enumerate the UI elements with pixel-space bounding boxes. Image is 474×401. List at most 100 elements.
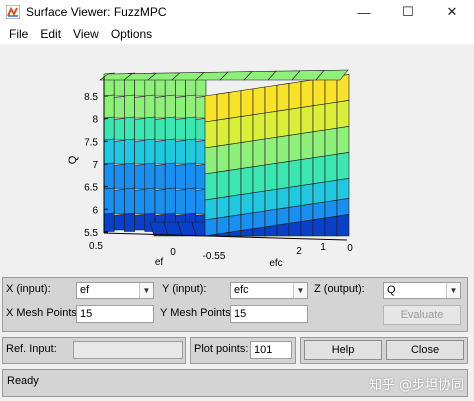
surface-patch	[113, 96, 125, 119]
surface-patch	[124, 187, 135, 216]
chevron-down-icon[interactable]: ▼	[139, 283, 153, 298]
close-button[interactable]: Close	[386, 340, 464, 360]
surface-patch	[103, 94, 115, 120]
z-output-value: Q	[387, 284, 396, 296]
surface-patch	[144, 116, 156, 142]
z-axis-label: Q	[67, 155, 79, 164]
surface-patch	[300, 131, 314, 160]
surface-patch	[240, 88, 254, 117]
z-output-select[interactable]: Q ▼	[383, 282, 461, 299]
surface-patch	[324, 199, 338, 219]
surface-patch	[264, 84, 278, 114]
y-input-select[interactable]: efc ▼	[230, 282, 308, 299]
surface-patch	[324, 101, 338, 131]
surface-patch	[336, 126, 350, 155]
status-text: Ready	[7, 375, 39, 387]
surface-patch	[216, 170, 230, 199]
surface-patch	[336, 100, 350, 129]
surface-patch	[324, 179, 338, 203]
menu-options[interactable]: Options	[105, 27, 158, 41]
surface-patch	[252, 86, 266, 116]
surface-patch	[252, 138, 266, 168]
surface-patch	[228, 116, 242, 145]
surface-patch	[113, 140, 125, 165]
matlab-app-icon	[6, 5, 20, 19]
surface-patch	[164, 138, 176, 166]
surface-patch	[204, 145, 218, 175]
evaluate-button[interactable]: Evaluate	[383, 305, 461, 325]
surface-patch	[154, 96, 166, 119]
surface-patch	[336, 178, 350, 201]
surface-patch	[185, 162, 197, 191]
surface-patch	[204, 93, 218, 123]
surface-patch	[336, 198, 350, 217]
surface-patch	[288, 81, 302, 110]
menu-bar: File Edit View Options	[0, 24, 474, 44]
y-mesh-points-label: Y Mesh Points:	[160, 307, 234, 319]
title-bar: Surface Viewer: FuzzMPC — ☐ ✕	[0, 0, 474, 24]
x-input-select[interactable]: ef ▼	[76, 282, 154, 299]
x-tick-1: 0	[170, 247, 176, 258]
minimize-button[interactable]: —	[342, 0, 386, 24]
plot-points-input[interactable]: 101	[250, 341, 292, 359]
surface-patch	[124, 116, 135, 142]
surface-patch	[134, 214, 146, 231]
surface-patch	[124, 212, 135, 232]
x-mesh-points-input[interactable]: 15	[76, 305, 154, 323]
watermark-text: 知乎 @步坦协同	[368, 378, 464, 393]
x-tick-0: 0.5	[89, 241, 103, 252]
surface-patch	[175, 118, 186, 141]
surface-patch	[216, 92, 230, 121]
z-tick-2: 7.5	[84, 137, 98, 148]
chevron-down-icon[interactable]: ▼	[446, 283, 460, 298]
surface-patch	[216, 144, 230, 173]
surface-patch	[288, 185, 302, 208]
surface-patch	[103, 138, 115, 166]
surface-patch	[336, 152, 350, 181]
surface-patch	[300, 219, 314, 237]
z-tick-1: 8	[92, 115, 98, 126]
help-button[interactable]: Help	[304, 340, 382, 360]
surface-patch	[228, 168, 242, 197]
surface-patch	[240, 212, 254, 231]
surface-patch	[300, 183, 314, 206]
z-tick-6: 5.5	[84, 228, 98, 239]
surface-patch	[216, 216, 230, 235]
ref-input-field[interactable]	[73, 341, 183, 359]
surface-plot[interactable]: 8.5 8 7.5 7 6.5 6 5.5 Q 0.5 0 -0.55 ef 2 1 0 e…	[0, 44, 474, 274]
surface-patch	[204, 217, 218, 237]
surface-patch	[216, 118, 230, 147]
surface-patch	[288, 159, 302, 188]
surface-patch	[252, 164, 266, 194]
surface-plot-area[interactable]: 8.5 8 7.5 7 6.5 6 5.5 Q 0.5 0 -0.55 ef 2 1 0 e…	[0, 44, 474, 274]
surface-patch	[204, 119, 218, 149]
y-input-value: efc	[234, 284, 249, 296]
surface-patch	[276, 207, 290, 226]
menu-view[interactable]: View	[67, 27, 105, 41]
surface-patch	[324, 153, 338, 183]
chevron-down-icon[interactable]: ▼	[293, 283, 307, 298]
maximize-button[interactable]: ☐	[386, 0, 430, 24]
ref-input-label: Ref. Input:	[6, 343, 57, 355]
menu-file[interactable]: File	[3, 27, 34, 41]
surface-patch	[312, 103, 326, 133]
surface-patch	[228, 90, 242, 119]
surface-patch	[276, 187, 290, 210]
surface-patch	[312, 217, 326, 237]
menu-edit[interactable]: Edit	[34, 27, 67, 41]
z-tick-0: 8.5	[84, 92, 98, 103]
surface-patch	[134, 189, 146, 215]
surface-patch	[144, 162, 156, 191]
surface-patch	[103, 212, 115, 232]
window-title: Surface Viewer: FuzzMPC	[26, 5, 167, 19]
y-tick-2: 0	[347, 243, 353, 254]
surface-patch	[300, 203, 314, 222]
surface-patch	[240, 166, 254, 195]
close-window-button[interactable]: ✕	[430, 0, 474, 24]
surface-patch	[300, 79, 314, 108]
y-axis-label: efc	[269, 258, 282, 269]
surface-patch	[288, 205, 302, 224]
y-mesh-points-input[interactable]: 15	[230, 305, 308, 323]
surface-patch	[113, 214, 125, 231]
surface-patch	[312, 129, 326, 159]
